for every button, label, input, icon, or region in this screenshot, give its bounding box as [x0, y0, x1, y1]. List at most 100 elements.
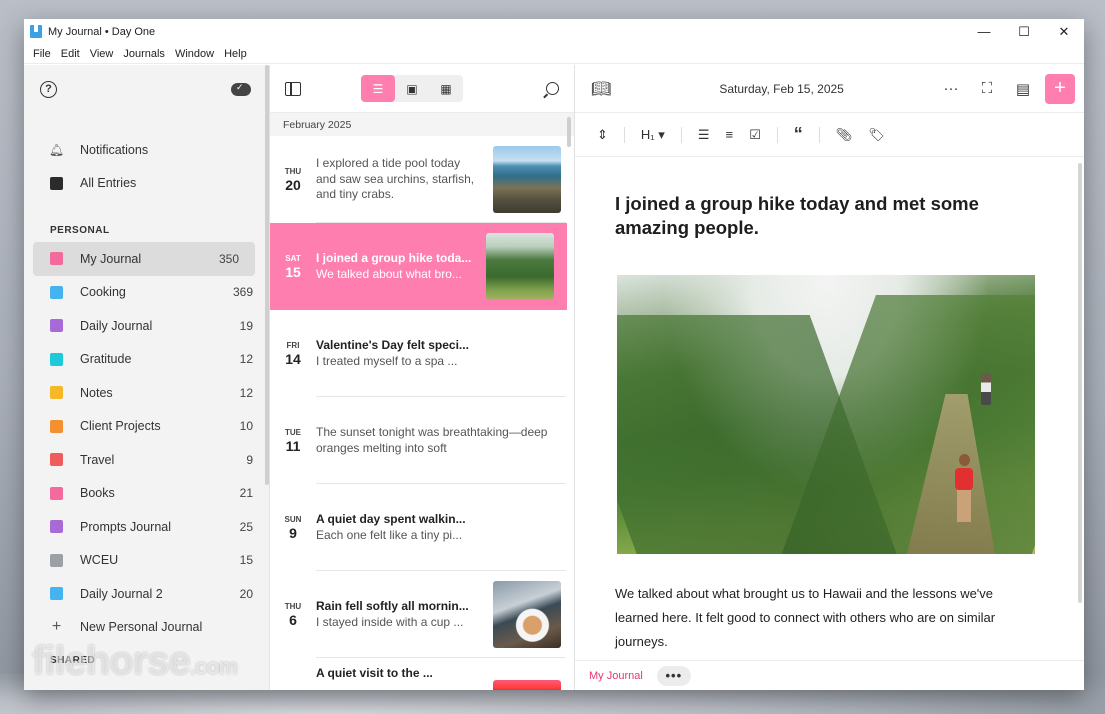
maximize-button[interactable]: ☐ — [1004, 19, 1044, 44]
entry-preview-title: A quiet visit to the ... — [316, 666, 433, 680]
collapse-toolbar-icon[interactable]: ⇕ — [597, 127, 608, 143]
menu-file[interactable]: File — [28, 48, 56, 60]
entry-preview: Rain fell softly all mornin... I stayed i… — [316, 599, 493, 630]
editor-scrollbar[interactable] — [1078, 163, 1082, 603]
sidebar-journal-item[interactable]: Notes 12 — [24, 376, 269, 410]
journal-label: Gratitude — [80, 352, 132, 367]
heading-dropdown[interactable]: H₁ ▾ — [641, 127, 665, 143]
journal-label: Prompts Journal — [80, 519, 172, 534]
media-view-icon[interactable]: ▣ — [395, 75, 429, 102]
editor-footer: My Journal ••• — [575, 660, 1084, 690]
journal-tag[interactable]: My Journal — [589, 670, 643, 682]
entry-thumbnail — [493, 680, 561, 690]
sidebar-journal-item[interactable]: Client Projects 10 — [24, 410, 269, 444]
journal-count: 350 — [218, 251, 239, 266]
list-view-icon[interactable]: ☰ — [361, 75, 395, 102]
more-pill-button[interactable]: ••• — [656, 665, 691, 686]
toolbar-divider — [680, 126, 682, 143]
calendar-view-icon[interactable]: ▦ — [429, 75, 463, 102]
new-entry-button[interactable]: + — [1045, 73, 1075, 104]
search-icon[interactable] — [546, 82, 559, 95]
menu-window[interactable]: Window — [170, 48, 219, 60]
sidebar-journal-item[interactable]: Prompts Journal 25 — [24, 510, 269, 544]
journal-count: 10 — [239, 419, 253, 434]
sidebar-journal-item[interactable]: Daily Journal 19 — [24, 309, 269, 343]
sidebar-journal-item[interactable]: My Journal 350 — [33, 242, 255, 276]
journal-color-swatch — [50, 252, 63, 266]
entry-title[interactable]: I joined a group hike today and met some… — [575, 158, 1074, 240]
journal-count: 25 — [239, 519, 253, 534]
sidebar-journal-item[interactable]: Cooking 369 — [24, 276, 269, 310]
entry-list-item[interactable]: FRI 14 Valentine's Day felt speci... I trea… — [270, 310, 574, 397]
journal-book-icon[interactable]: 📖︎ — [591, 79, 611, 99]
menu-journals[interactable]: Journals — [118, 48, 170, 60]
sidebar-journal-item[interactable]: Travel 9 — [24, 443, 269, 477]
entry-preview-title: I joined a group hike toda... — [316, 251, 472, 265]
entry-day: 20 — [285, 176, 301, 193]
journal-count: 12 — [239, 352, 253, 367]
cloud-sync-icon[interactable] — [231, 82, 251, 96]
entry-preview: A quiet visit to the ... — [316, 666, 493, 682]
editor-body[interactable]: I joined a group hike today and met some… — [575, 158, 1074, 660]
attachment-icon[interactable]: 📎︎ — [836, 127, 853, 143]
sidebar-scrollbar[interactable] — [265, 65, 269, 485]
entry-editor: 📖︎ Saturday, Feb 15, 2025 ··· ⛶ ▤ + ⇕ H₁… — [575, 65, 1084, 690]
menu-help[interactable]: Help — [219, 48, 252, 60]
entry-list-item[interactable]: THU 20 I explored a tide pool today and sa… — [270, 136, 574, 223]
entry-list-item[interactable]: THU 6 Rain fell softly all mornin... I stay… — [270, 571, 574, 658]
view-switcher: ☰ ▣ ▦ — [361, 75, 463, 102]
entry-list-scrollbar[interactable] — [567, 117, 571, 147]
entry-preview-title: A quiet day spent walkin... — [316, 512, 466, 526]
entry-list-item[interactable]: SAT 15 I joined a group hike toda... We tal… — [270, 223, 567, 310]
journal-count: 369 — [232, 285, 253, 300]
entry-preview-body: We talked about what bro... — [316, 266, 462, 281]
sidebar-journal-item[interactable]: Books 21 — [24, 477, 269, 511]
watermark: filehorse.com — [32, 639, 238, 683]
menu-edit[interactable]: Edit — [56, 48, 85, 60]
numbered-list-icon[interactable]: ≡ — [725, 127, 733, 142]
entry-day: 9 — [289, 524, 297, 541]
journal-count: 20 — [239, 586, 253, 601]
fullscreen-icon[interactable]: ⛶ — [969, 80, 1005, 97]
sidebar-item-notifications[interactable]: 🔔︎ Notifications — [24, 133, 269, 167]
entry-date[interactable]: Saturday, Feb 15, 2025 — [719, 82, 844, 96]
sidebar-journal-item[interactable]: Gratitude 12 — [24, 343, 269, 377]
entry-weekday: SUN — [284, 514, 302, 524]
toolbar-divider — [776, 126, 778, 143]
entry-list-item[interactable]: A quiet visit to the ... — [270, 658, 574, 690]
more-options-icon[interactable]: ··· — [933, 80, 969, 97]
close-button[interactable]: ✕ — [1044, 19, 1084, 44]
entry-preview-body: The sunset tonight was breathtaking—deep… — [316, 425, 548, 455]
entry-thumbnail — [486, 233, 554, 300]
hike-photo[interactable] — [617, 275, 1035, 554]
entry-date-block: SAT 15 — [270, 254, 316, 280]
journal-color-swatch — [50, 520, 63, 534]
entry-list-item[interactable]: TUE 11 The sunset tonight was breathtaking… — [270, 397, 574, 484]
journal-color-swatch — [50, 587, 63, 601]
entry-preview: I joined a group hike toda... We talked a… — [316, 251, 486, 282]
sidebar-item-all-entries[interactable]: All Entries — [24, 167, 269, 201]
entry-preview: I explored a tide pool today and saw sea… — [316, 156, 493, 203]
plus-icon: + — [51, 618, 62, 636]
sidebar-journal-item[interactable]: WCEU 15 — [24, 544, 269, 578]
all-entries-swatch — [50, 176, 63, 190]
entry-list-item[interactable]: SUN 9 A quiet day spent walkin... Each one … — [270, 484, 574, 571]
checklist-icon[interactable]: ☑ — [749, 127, 761, 143]
bullet-list-icon[interactable]: ☰ — [698, 127, 710, 143]
journal-count: 15 — [239, 553, 253, 568]
toggle-sidebar-icon[interactable] — [285, 81, 301, 96]
entry-date-block: SUN 9 — [270, 515, 316, 541]
help-icon[interactable]: ? — [40, 80, 57, 98]
month-header: February 2025 — [270, 113, 574, 136]
tag-icon[interactable]: 🏷︎ — [868, 127, 885, 143]
toolbar-divider — [818, 126, 820, 143]
journal-color-swatch — [50, 386, 63, 400]
minimize-button[interactable]: — — [964, 19, 1004, 44]
quote-icon[interactable]: “ — [794, 124, 803, 145]
menu-view[interactable]: View — [85, 48, 119, 60]
entry-date-block — [270, 666, 316, 667]
window-title: My Journal • Day One — [48, 25, 156, 38]
entry-info-icon[interactable]: ▤ — [1005, 80, 1041, 98]
entry-paragraph[interactable]: We talked about what brought us to Hawai… — [575, 554, 1074, 654]
sidebar-journal-item[interactable]: Daily Journal 2 20 — [24, 577, 269, 611]
